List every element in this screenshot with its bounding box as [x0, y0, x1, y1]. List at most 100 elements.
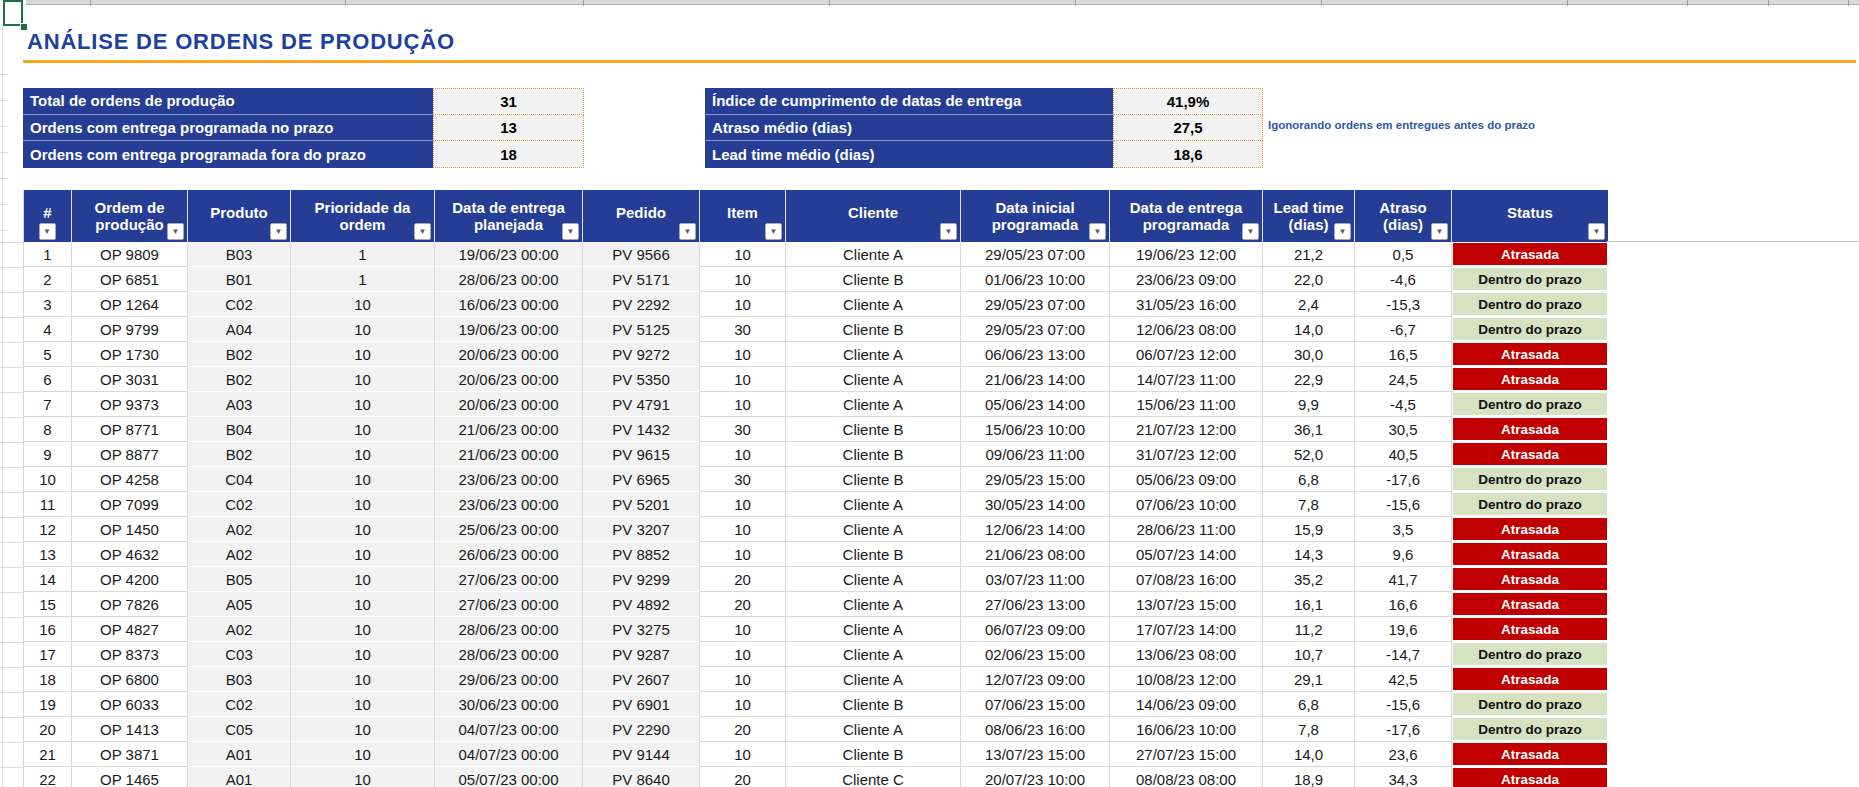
cell-ordem-producao[interactable]: OP 1450 — [72, 517, 188, 542]
cell-pedido[interactable]: PV 9287 — [583, 642, 700, 667]
header-cell-atraso[interactable]: Atraso (dias)▼ — [1355, 190, 1452, 242]
cell-status[interactable]: Dentro do prazo — [1452, 317, 1608, 342]
cell-produto[interactable]: B04 — [188, 417, 291, 442]
cell-num[interactable]: 9 — [24, 442, 72, 467]
cell-data-entrega-planejada[interactable]: 28/06/23 00:00 — [435, 642, 583, 667]
cell-ordem-producao[interactable]: OP 3871 — [72, 742, 188, 767]
cell-lead-time[interactable]: 7,8 — [1263, 717, 1355, 742]
summary-value-cell[interactable]: 18 — [433, 141, 584, 168]
summary-label-cell[interactable]: Índice de cumprimento de datas de entreg… — [705, 88, 1113, 115]
cell-ordem-producao[interactable]: OP 8373 — [72, 642, 188, 667]
cell-data-entrega-planejada[interactable]: 27/06/23 00:00 — [435, 592, 583, 617]
cell-produto[interactable]: B02 — [188, 342, 291, 367]
cell-data-inicial-programada[interactable]: 30/05/23 14:00 — [961, 492, 1110, 517]
cell-cliente[interactable]: Cliente A — [786, 617, 961, 642]
cell-data-inicial-programada[interactable]: 07/06/23 15:00 — [961, 692, 1110, 717]
cell-cliente[interactable]: Cliente B — [786, 442, 961, 467]
cell-item[interactable]: 10 — [700, 442, 786, 467]
cell-status[interactable]: Atrasada — [1452, 742, 1608, 767]
cell-ordem-producao[interactable]: OP 4200 — [72, 567, 188, 592]
cell-ordem-producao[interactable]: OP 4632 — [72, 542, 188, 567]
cell-data-entrega-programada[interactable]: 08/08/23 08:00 — [1110, 767, 1263, 787]
cell-data-entrega-programada[interactable]: 31/05/23 16:00 — [1110, 292, 1263, 317]
cell-data-entrega-planejada[interactable]: 20/06/23 00:00 — [435, 367, 583, 392]
cell-ordem-producao[interactable]: OP 7826 — [72, 592, 188, 617]
cell-data-entrega-planejada[interactable]: 05/07/23 00:00 — [435, 767, 583, 787]
cell-pedido[interactable]: PV 1432 — [583, 417, 700, 442]
filter-dropdown-button[interactable]: ▼ — [414, 223, 431, 240]
cell-item[interactable]: 10 — [700, 367, 786, 392]
filter-dropdown-button[interactable]: ▼ — [1334, 223, 1351, 240]
cell-cliente[interactable]: Cliente A — [786, 392, 961, 417]
cell-data-entrega-planejada[interactable]: 16/06/23 00:00 — [435, 292, 583, 317]
cell-pedido[interactable]: PV 5201 — [583, 492, 700, 517]
cell-num[interactable]: 14 — [24, 567, 72, 592]
cell-prioridade-ordem[interactable]: 10 — [291, 592, 435, 617]
cell-pedido[interactable]: PV 5171 — [583, 267, 700, 292]
cell-ordem-producao[interactable]: OP 7099 — [72, 492, 188, 517]
cell-num[interactable]: 12 — [24, 517, 72, 542]
cell-ordem-producao[interactable]: OP 9809 — [72, 242, 188, 267]
cell-num[interactable]: 10 — [24, 467, 72, 492]
cell-item[interactable]: 20 — [700, 767, 786, 787]
cell-item[interactable]: 10 — [700, 342, 786, 367]
cell-item[interactable]: 10 — [700, 292, 786, 317]
cell-produto[interactable]: A02 — [188, 617, 291, 642]
cell-data-entrega-programada[interactable]: 10/08/23 12:00 — [1110, 667, 1263, 692]
header-cell-status[interactable]: Status▼ — [1452, 190, 1608, 242]
header-cell-prioridade-ordem[interactable]: Prioridade da ordem▼ — [291, 190, 435, 242]
cell-data-inicial-programada[interactable]: 02/06/23 15:00 — [961, 642, 1110, 667]
cell-data-entrega-programada[interactable]: 06/07/23 12:00 — [1110, 342, 1263, 367]
cell-atraso[interactable]: -15,6 — [1355, 492, 1452, 517]
cell-pedido[interactable]: PV 4791 — [583, 392, 700, 417]
cell-item[interactable]: 30 — [700, 317, 786, 342]
cell-produto[interactable]: C02 — [188, 292, 291, 317]
filter-dropdown-button[interactable]: ▼ — [765, 223, 782, 240]
cell-data-entrega-planejada[interactable]: 26/06/23 00:00 — [435, 542, 583, 567]
cell-num[interactable]: 2 — [24, 267, 72, 292]
cell-ordem-producao[interactable]: OP 6800 — [72, 667, 188, 692]
cell-lead-time[interactable]: 15,9 — [1263, 517, 1355, 542]
cell-data-entrega-planejada[interactable]: 21/06/23 00:00 — [435, 442, 583, 467]
cell-data-entrega-programada[interactable]: 07/08/23 16:00 — [1110, 567, 1263, 592]
cell-data-entrega-planejada[interactable]: 23/06/23 00:00 — [435, 492, 583, 517]
cell-data-inicial-programada[interactable]: 15/06/23 10:00 — [961, 417, 1110, 442]
cell-status[interactable]: Atrasada — [1452, 242, 1608, 267]
summary-value-cell[interactable]: 31 — [433, 88, 584, 115]
cell-prioridade-ordem[interactable]: 10 — [291, 617, 435, 642]
cell-produto[interactable]: A02 — [188, 517, 291, 542]
cell-pedido[interactable]: PV 2607 — [583, 667, 700, 692]
cell-cliente[interactable]: Cliente B — [786, 542, 961, 567]
cell-status[interactable]: Atrasada — [1452, 417, 1608, 442]
cell-status[interactable]: Atrasada — [1452, 767, 1608, 787]
cell-pedido[interactable]: PV 6901 — [583, 692, 700, 717]
cell-item[interactable]: 10 — [700, 642, 786, 667]
cell-item[interactable]: 10 — [700, 742, 786, 767]
cell-ordem-producao[interactable]: OP 1264 — [72, 292, 188, 317]
cell-num[interactable]: 21 — [24, 742, 72, 767]
cell-data-entrega-planejada[interactable]: 04/07/23 00:00 — [435, 742, 583, 767]
filter-dropdown-button[interactable]: ▼ — [167, 223, 184, 240]
cell-lead-time[interactable]: 9,9 — [1263, 392, 1355, 417]
cell-data-inicial-programada[interactable]: 20/07/23 10:00 — [961, 767, 1110, 787]
filter-dropdown-button[interactable]: ▼ — [1089, 223, 1106, 240]
cell-cliente[interactable]: Cliente A — [786, 717, 961, 742]
cell-produto[interactable]: A02 — [188, 542, 291, 567]
cell-atraso[interactable]: 41,7 — [1355, 567, 1452, 592]
cell-status[interactable]: Dentro do prazo — [1452, 692, 1608, 717]
cell-prioridade-ordem[interactable]: 10 — [291, 567, 435, 592]
filter-dropdown-button[interactable]: ▼ — [562, 223, 579, 240]
cell-data-entrega-planejada[interactable]: 28/06/23 00:00 — [435, 617, 583, 642]
cell-num[interactable]: 17 — [24, 642, 72, 667]
cell-item[interactable]: 10 — [700, 242, 786, 267]
cell-atraso[interactable]: 40,5 — [1355, 442, 1452, 467]
filter-dropdown-button[interactable]: ▼ — [1588, 223, 1605, 240]
cell-cliente[interactable]: Cliente A — [786, 667, 961, 692]
cell-atraso[interactable]: 30,5 — [1355, 417, 1452, 442]
cell-pedido[interactable]: PV 9615 — [583, 442, 700, 467]
cell-data-inicial-programada[interactable]: 12/07/23 09:00 — [961, 667, 1110, 692]
cell-num[interactable]: 19 — [24, 692, 72, 717]
cell-lead-time[interactable]: 18,9 — [1263, 767, 1355, 787]
cell-status[interactable]: Atrasada — [1452, 542, 1608, 567]
cell-data-entrega-planejada[interactable]: 29/06/23 00:00 — [435, 667, 583, 692]
